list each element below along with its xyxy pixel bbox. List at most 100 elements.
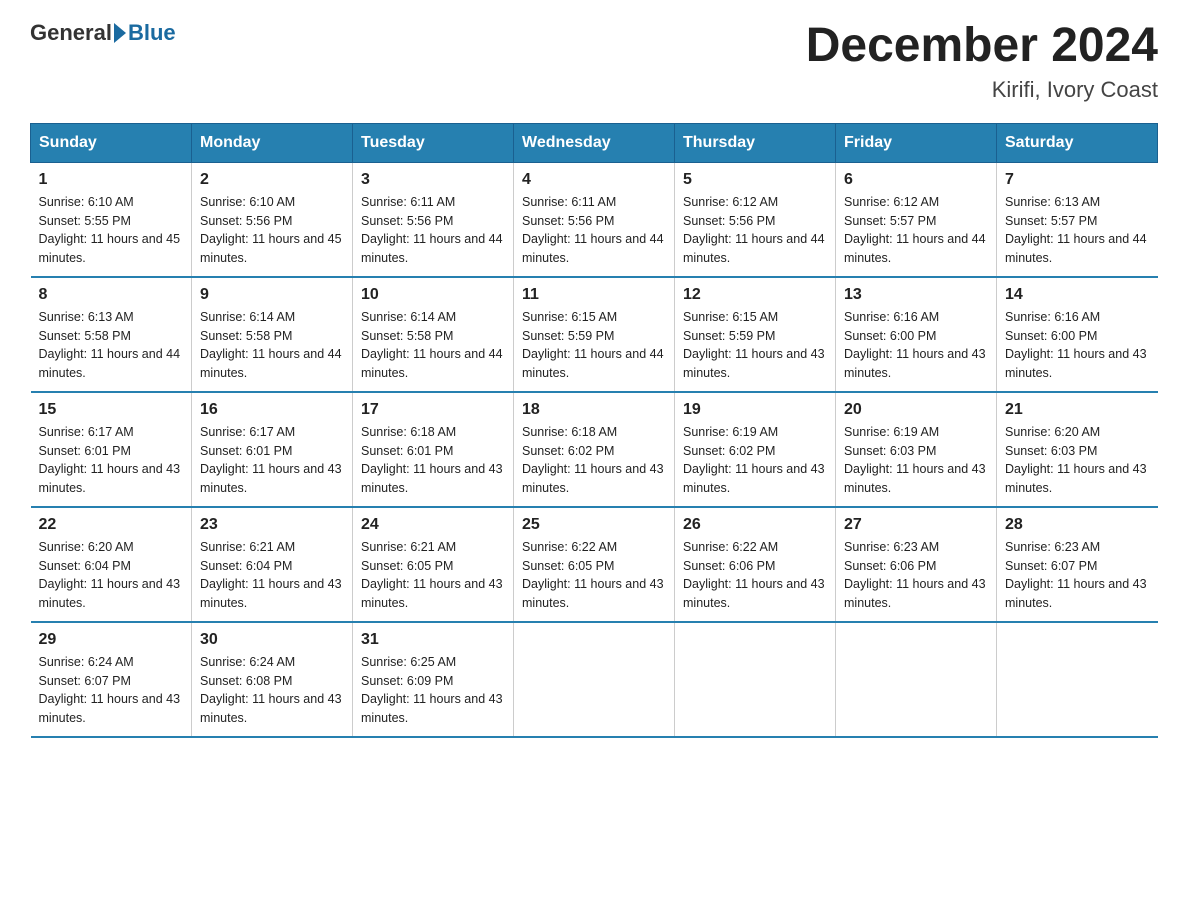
day-info: Sunrise: 6:18 AMSunset: 6:02 PMDaylight:…	[522, 425, 664, 495]
calendar-cell	[997, 622, 1158, 737]
calendar-cell: 6 Sunrise: 6:12 AMSunset: 5:57 PMDayligh…	[836, 162, 997, 277]
day-info: Sunrise: 6:11 AMSunset: 5:56 PMDaylight:…	[522, 195, 664, 265]
day-number: 2	[200, 171, 344, 189]
calendar-week-row: 8 Sunrise: 6:13 AMSunset: 5:58 PMDayligh…	[31, 277, 1158, 392]
calendar-cell: 15 Sunrise: 6:17 AMSunset: 6:01 PMDaylig…	[31, 392, 192, 507]
day-number: 29	[39, 631, 184, 649]
day-number: 14	[1005, 286, 1150, 304]
calendar-cell: 23 Sunrise: 6:21 AMSunset: 6:04 PMDaylig…	[192, 507, 353, 622]
day-info: Sunrise: 6:23 AMSunset: 6:07 PMDaylight:…	[1005, 540, 1147, 610]
calendar-week-row: 22 Sunrise: 6:20 AMSunset: 6:04 PMDaylig…	[31, 507, 1158, 622]
day-number: 13	[844, 286, 988, 304]
day-number: 27	[844, 516, 988, 534]
weekday-header-wednesday: Wednesday	[514, 123, 675, 162]
calendar-cell: 14 Sunrise: 6:16 AMSunset: 6:00 PMDaylig…	[997, 277, 1158, 392]
day-info: Sunrise: 6:11 AMSunset: 5:56 PMDaylight:…	[361, 195, 503, 265]
calendar-cell: 20 Sunrise: 6:19 AMSunset: 6:03 PMDaylig…	[836, 392, 997, 507]
day-info: Sunrise: 6:20 AMSunset: 6:04 PMDaylight:…	[39, 540, 181, 610]
day-info: Sunrise: 6:22 AMSunset: 6:05 PMDaylight:…	[522, 540, 664, 610]
location-title: Kirifi, Ivory Coast	[806, 77, 1158, 103]
calendar-cell: 22 Sunrise: 6:20 AMSunset: 6:04 PMDaylig…	[31, 507, 192, 622]
calendar-header: SundayMondayTuesdayWednesdayThursdayFrid…	[31, 123, 1158, 162]
weekday-header-monday: Monday	[192, 123, 353, 162]
day-info: Sunrise: 6:18 AMSunset: 6:01 PMDaylight:…	[361, 425, 503, 495]
calendar-cell: 12 Sunrise: 6:15 AMSunset: 5:59 PMDaylig…	[675, 277, 836, 392]
calendar-cell	[836, 622, 997, 737]
calendar-cell: 21 Sunrise: 6:20 AMSunset: 6:03 PMDaylig…	[997, 392, 1158, 507]
logo-arrow-icon	[114, 23, 126, 43]
calendar-cell: 16 Sunrise: 6:17 AMSunset: 6:01 PMDaylig…	[192, 392, 353, 507]
day-number: 21	[1005, 401, 1150, 419]
day-number: 18	[522, 401, 666, 419]
day-info: Sunrise: 6:16 AMSunset: 6:00 PMDaylight:…	[844, 310, 986, 380]
weekday-header-sunday: Sunday	[31, 123, 192, 162]
day-info: Sunrise: 6:19 AMSunset: 6:03 PMDaylight:…	[844, 425, 986, 495]
day-info: Sunrise: 6:17 AMSunset: 6:01 PMDaylight:…	[200, 425, 342, 495]
calendar-cell: 9 Sunrise: 6:14 AMSunset: 5:58 PMDayligh…	[192, 277, 353, 392]
day-number: 16	[200, 401, 344, 419]
day-number: 20	[844, 401, 988, 419]
day-number: 30	[200, 631, 344, 649]
day-info: Sunrise: 6:23 AMSunset: 6:06 PMDaylight:…	[844, 540, 986, 610]
day-number: 17	[361, 401, 505, 419]
day-number: 28	[1005, 516, 1150, 534]
day-number: 26	[683, 516, 827, 534]
day-info: Sunrise: 6:12 AMSunset: 5:56 PMDaylight:…	[683, 195, 825, 265]
day-info: Sunrise: 6:17 AMSunset: 6:01 PMDaylight:…	[39, 425, 181, 495]
weekday-row: SundayMondayTuesdayWednesdayThursdayFrid…	[31, 123, 1158, 162]
calendar-cell: 25 Sunrise: 6:22 AMSunset: 6:05 PMDaylig…	[514, 507, 675, 622]
day-info: Sunrise: 6:25 AMSunset: 6:09 PMDaylight:…	[361, 655, 503, 725]
calendar-cell: 26 Sunrise: 6:22 AMSunset: 6:06 PMDaylig…	[675, 507, 836, 622]
calendar-cell	[675, 622, 836, 737]
day-info: Sunrise: 6:12 AMSunset: 5:57 PMDaylight:…	[844, 195, 986, 265]
calendar-cell: 2 Sunrise: 6:10 AMSunset: 5:56 PMDayligh…	[192, 162, 353, 277]
calendar-week-row: 29 Sunrise: 6:24 AMSunset: 6:07 PMDaylig…	[31, 622, 1158, 737]
calendar-cell: 3 Sunrise: 6:11 AMSunset: 5:56 PMDayligh…	[353, 162, 514, 277]
day-number: 31	[361, 631, 505, 649]
calendar-cell: 13 Sunrise: 6:16 AMSunset: 6:00 PMDaylig…	[836, 277, 997, 392]
calendar-cell: 8 Sunrise: 6:13 AMSunset: 5:58 PMDayligh…	[31, 277, 192, 392]
day-info: Sunrise: 6:15 AMSunset: 5:59 PMDaylight:…	[683, 310, 825, 380]
calendar-cell: 19 Sunrise: 6:19 AMSunset: 6:02 PMDaylig…	[675, 392, 836, 507]
day-info: Sunrise: 6:24 AMSunset: 6:08 PMDaylight:…	[200, 655, 342, 725]
calendar-body: 1 Sunrise: 6:10 AMSunset: 5:55 PMDayligh…	[31, 162, 1158, 737]
day-number: 15	[39, 401, 184, 419]
day-number: 1	[39, 171, 184, 189]
calendar-cell: 11 Sunrise: 6:15 AMSunset: 5:59 PMDaylig…	[514, 277, 675, 392]
day-number: 22	[39, 516, 184, 534]
weekday-header-thursday: Thursday	[675, 123, 836, 162]
logo: General Blue	[30, 20, 176, 46]
calendar-cell	[514, 622, 675, 737]
day-number: 23	[200, 516, 344, 534]
calendar-cell: 7 Sunrise: 6:13 AMSunset: 5:57 PMDayligh…	[997, 162, 1158, 277]
day-info: Sunrise: 6:14 AMSunset: 5:58 PMDaylight:…	[200, 310, 342, 380]
logo-blue-text: Blue	[128, 20, 176, 46]
day-info: Sunrise: 6:21 AMSunset: 6:05 PMDaylight:…	[361, 540, 503, 610]
calendar-cell: 29 Sunrise: 6:24 AMSunset: 6:07 PMDaylig…	[31, 622, 192, 737]
calendar-week-row: 1 Sunrise: 6:10 AMSunset: 5:55 PMDayligh…	[31, 162, 1158, 277]
calendar-week-row: 15 Sunrise: 6:17 AMSunset: 6:01 PMDaylig…	[31, 392, 1158, 507]
calendar-cell: 10 Sunrise: 6:14 AMSunset: 5:58 PMDaylig…	[353, 277, 514, 392]
month-title: December 2024	[806, 20, 1158, 73]
day-info: Sunrise: 6:19 AMSunset: 6:02 PMDaylight:…	[683, 425, 825, 495]
day-info: Sunrise: 6:13 AMSunset: 5:58 PMDaylight:…	[39, 310, 181, 380]
day-info: Sunrise: 6:10 AMSunset: 5:56 PMDaylight:…	[200, 195, 342, 265]
day-info: Sunrise: 6:22 AMSunset: 6:06 PMDaylight:…	[683, 540, 825, 610]
calendar-cell: 18 Sunrise: 6:18 AMSunset: 6:02 PMDaylig…	[514, 392, 675, 507]
title-section: December 2024 Kirifi, Ivory Coast	[806, 20, 1158, 103]
day-info: Sunrise: 6:15 AMSunset: 5:59 PMDaylight:…	[522, 310, 664, 380]
day-info: Sunrise: 6:21 AMSunset: 6:04 PMDaylight:…	[200, 540, 342, 610]
weekday-header-friday: Friday	[836, 123, 997, 162]
day-number: 6	[844, 171, 988, 189]
day-info: Sunrise: 6:14 AMSunset: 5:58 PMDaylight:…	[361, 310, 503, 380]
calendar-cell: 17 Sunrise: 6:18 AMSunset: 6:01 PMDaylig…	[353, 392, 514, 507]
day-number: 19	[683, 401, 827, 419]
day-number: 11	[522, 286, 666, 304]
day-number: 10	[361, 286, 505, 304]
day-number: 8	[39, 286, 184, 304]
day-info: Sunrise: 6:10 AMSunset: 5:55 PMDaylight:…	[39, 195, 181, 265]
calendar-cell: 4 Sunrise: 6:11 AMSunset: 5:56 PMDayligh…	[514, 162, 675, 277]
day-number: 24	[361, 516, 505, 534]
page-header: General Blue December 2024 Kirifi, Ivory…	[30, 20, 1158, 103]
day-number: 4	[522, 171, 666, 189]
